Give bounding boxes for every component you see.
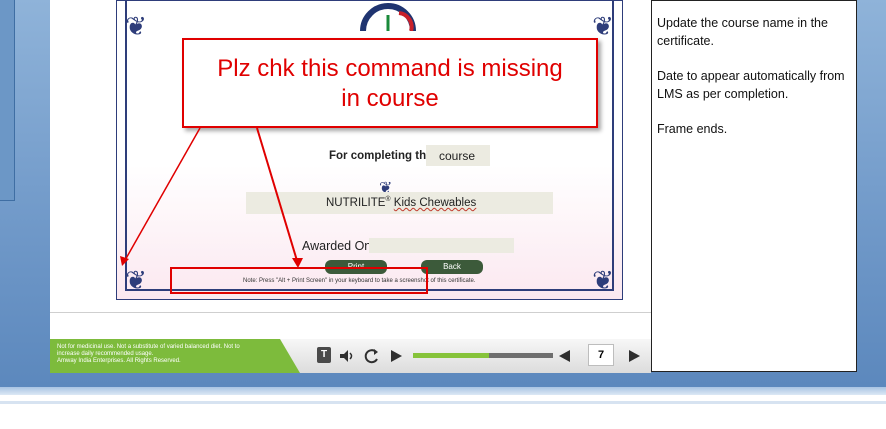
previous-icon[interactable] xyxy=(557,347,573,365)
note-paragraph: Date to appear automatically from LMS as… xyxy=(657,69,845,101)
callout-line-1: Plz chk this command is missing xyxy=(217,55,563,82)
progress-fill xyxy=(413,353,489,358)
corner-ornament-icon: ❦ xyxy=(125,265,147,295)
volume-icon[interactable] xyxy=(338,347,356,365)
band-stripe xyxy=(0,401,886,404)
back-button[interactable]: Back xyxy=(421,260,483,274)
registered-mark: ® xyxy=(385,196,391,203)
callout-line-2: in course xyxy=(341,85,439,112)
bottom-status-band xyxy=(0,387,886,429)
course-name-value: course xyxy=(439,149,476,163)
disclaimer-line: Not for medicinal use. Not a substitute … xyxy=(57,344,240,350)
corner-ornament-icon: ❦ xyxy=(592,265,614,295)
notes-panel: Update the course name in the certificat… xyxy=(651,0,857,372)
review-comment-callout: Plz chk this command is missing in cours… xyxy=(182,38,598,128)
replay-icon[interactable] xyxy=(363,347,381,365)
product-suffix: Kids Chewables xyxy=(393,196,477,209)
corner-ornament-icon: ❦ xyxy=(125,11,147,41)
page-number: 7 xyxy=(588,344,614,366)
band-stripe xyxy=(0,387,886,395)
next-icon[interactable] xyxy=(626,347,642,365)
left-panel xyxy=(0,0,15,201)
disclaimer-line: Amway India Enterprises. All Rights Rese… xyxy=(57,358,181,364)
product-name: NUTRILITE® Kids Chewables xyxy=(326,196,476,209)
awarded-on-label: Awarded On xyxy=(302,239,372,253)
product-brand: NUTRILITE xyxy=(326,196,386,209)
disclaimer-line: increase daily recommended usage. xyxy=(57,351,154,357)
disclaimer-banner: Not for medicinal use. Not a substitute … xyxy=(50,339,300,373)
note-paragraph: Frame ends. xyxy=(657,122,728,136)
note-paragraph: Update the course name in the certificat… xyxy=(657,16,828,48)
transcript-icon[interactable]: T xyxy=(317,347,331,363)
player-control-bar: Not for medicinal use. Not a substitute … xyxy=(50,339,651,373)
play-icon[interactable] xyxy=(388,347,404,365)
logo-icon xyxy=(360,3,416,31)
missing-note-highlight xyxy=(170,267,428,294)
progress-bar[interactable] xyxy=(413,353,553,358)
completing-label: For completing the xyxy=(329,150,433,162)
slide-divider xyxy=(50,312,651,313)
awarded-date-field xyxy=(369,238,514,253)
